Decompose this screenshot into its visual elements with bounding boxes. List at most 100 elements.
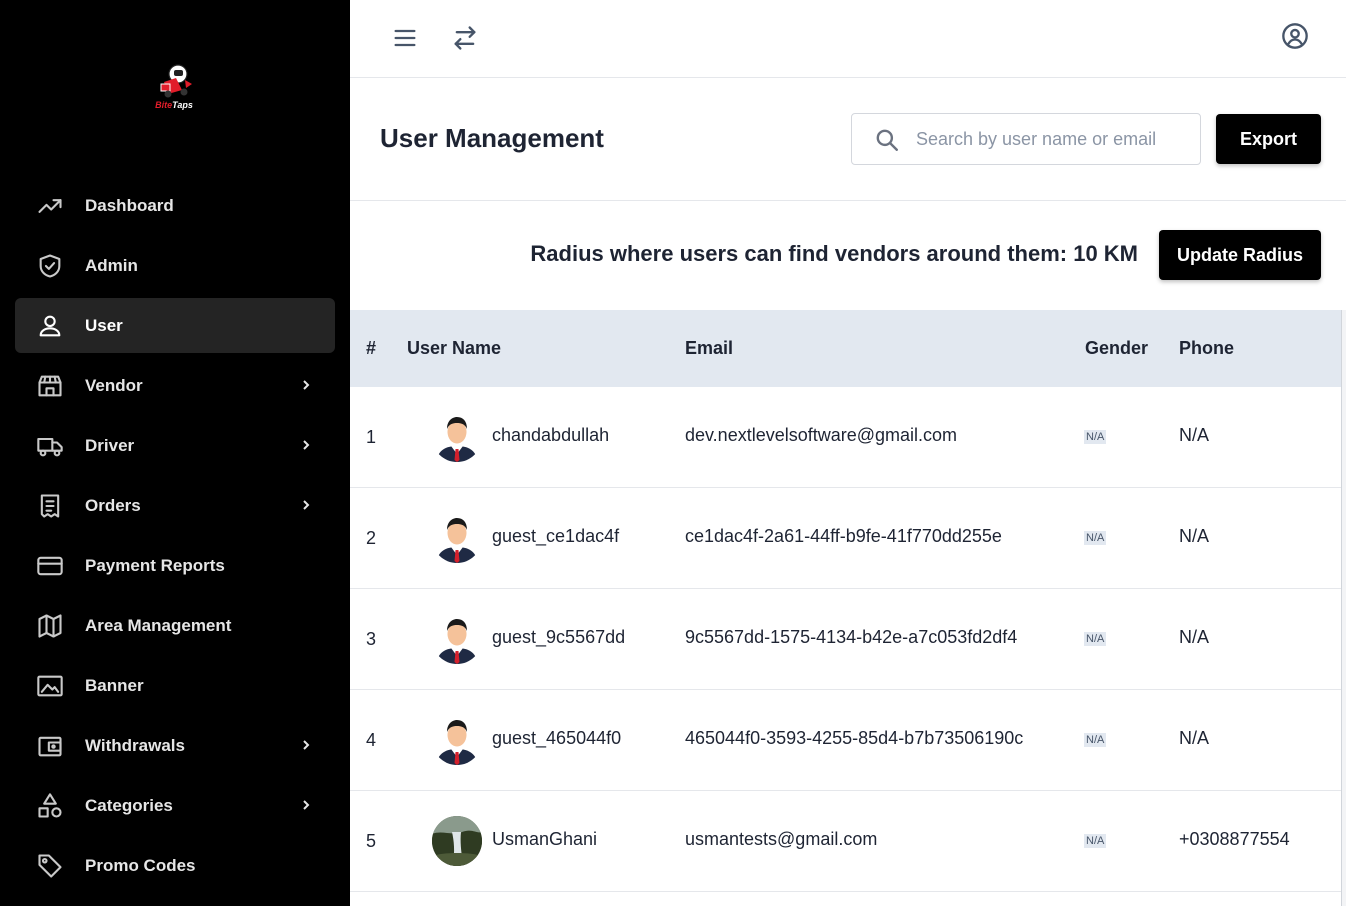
bitetaps-logo[interactable]: BiteTaps	[148, 60, 204, 116]
photo-avatar-icon	[432, 816, 482, 866]
chevron-right-icon	[299, 438, 313, 452]
row-username: chandabdullah	[492, 425, 610, 445]
truck-icon	[36, 432, 64, 460]
column-header-username[interactable]: User Name	[407, 338, 501, 359]
sidebar-item-dashboard[interactable]: Dashboard	[15, 178, 335, 233]
update-radius-button[interactable]: Update Radius	[1159, 230, 1321, 280]
default-avatar-icon	[432, 412, 482, 462]
chevron-right-icon	[299, 378, 313, 392]
table-row[interactable]: 2 guest_ce1dac4f ce1dac4f-2a61-44ff-b9fe…	[350, 488, 1342, 589]
receipt-icon	[36, 492, 64, 520]
chevron-right-icon	[299, 738, 313, 752]
sidebar-item-label: Payment Reports	[85, 555, 225, 575]
row-email: ce1dac4f-2a61-44ff-b9fe-41f770dd255e	[685, 526, 1002, 546]
users-table: # User Name Email Gender Phone 1 chandab…	[350, 310, 1342, 892]
sidebar-item-area-management[interactable]: Area Management	[15, 598, 335, 653]
row-index: 4	[366, 730, 377, 750]
column-header-email[interactable]: Email	[685, 338, 733, 359]
column-header-phone[interactable]: Phone	[1179, 338, 1234, 359]
sidebar-item-payment-reports[interactable]: Payment Reports	[15, 538, 335, 593]
table-row[interactable]: 1 chandabdullah dev.nextlevelsoftware@gm…	[350, 387, 1342, 488]
row-index: 1	[366, 427, 377, 447]
row-phone: N/A	[1179, 728, 1210, 748]
row-index: 3	[366, 629, 377, 649]
logo-mascot-icon	[160, 64, 192, 98]
gender-badge: N/A	[1084, 531, 1107, 545]
tag-icon	[36, 852, 64, 880]
map-icon	[36, 612, 64, 640]
store-icon	[36, 372, 64, 400]
topbar	[350, 0, 1346, 78]
sidebar-item-withdrawals[interactable]: Withdrawals	[15, 718, 335, 773]
sidebar-item-user[interactable]: User	[15, 298, 335, 353]
sidebar-item-label: User	[85, 315, 123, 335]
row-phone: N/A	[1179, 425, 1210, 445]
gender-badge: N/A	[1084, 733, 1107, 747]
default-avatar-icon	[432, 715, 482, 765]
chevron-right-icon	[299, 498, 313, 512]
radius-info-text: Radius where users can find vendors arou…	[530, 241, 1138, 266]
sidebar-item-banner[interactable]: Banner	[15, 658, 335, 713]
row-email: usmantests@gmail.com	[685, 829, 878, 849]
shield-check-icon	[36, 252, 64, 280]
export-button[interactable]: Export	[1216, 114, 1321, 164]
credit-card-icon	[36, 552, 64, 580]
table-row[interactable]: 5 UsmanGhani usmantests@gmail.com N/A +0…	[350, 791, 1342, 892]
swap-arrows-icon[interactable]	[451, 24, 479, 52]
row-phone: N/A	[1179, 627, 1210, 647]
shapes-icon	[36, 792, 64, 820]
search-box[interactable]	[851, 113, 1201, 165]
row-index: 2	[366, 528, 377, 548]
page-title: User Management	[380, 123, 604, 153]
sidebar-item-categories[interactable]: Categories	[15, 778, 335, 833]
sidebar-item-label: Banner	[85, 675, 144, 695]
table-row[interactable]: 4 guest_465044f0 465044f0-3593-4255-85d4…	[350, 690, 1342, 791]
search-icon	[874, 127, 900, 153]
hamburger-menu-icon[interactable]	[391, 24, 419, 52]
default-avatar-icon	[432, 513, 482, 563]
search-input[interactable]	[916, 124, 1186, 154]
table-row[interactable]: 3 guest_9c5567dd 9c5567dd-1575-4134-b42e…	[350, 589, 1342, 690]
sidebar-item-label: Vendor	[85, 375, 143, 395]
sidebar-item-label: Withdrawals	[85, 735, 185, 755]
sidebar-item-label: Driver	[85, 435, 135, 455]
user-circle-icon[interactable]	[1281, 22, 1309, 50]
table-header: # User Name Email Gender Phone	[350, 310, 1342, 387]
row-phone: N/A	[1179, 526, 1210, 546]
row-username: guest_ce1dac4f	[492, 526, 620, 546]
sidebar: BiteTaps Dashboard Admin User Vendor Dri…	[0, 0, 350, 906]
sidebar-item-label: Promo Codes	[85, 855, 196, 875]
row-username: guest_9c5567dd	[492, 627, 626, 647]
gender-badge: N/A	[1084, 632, 1107, 646]
sidebar-item-driver[interactable]: Driver	[15, 418, 335, 473]
sidebar-item-label: Dashboard	[85, 195, 174, 215]
column-header-index: #	[366, 338, 377, 358]
trending-up-icon	[36, 192, 64, 220]
sidebar-item-label: Area Management	[85, 615, 232, 635]
row-email: 465044f0-3593-4255-85d4-b7b73506190c	[685, 728, 1024, 748]
sidebar-item-orders[interactable]: Orders	[15, 478, 335, 533]
sidebar-item-label: Admin	[85, 255, 138, 275]
row-email: 9c5567dd-1575-4134-b42e-a7c053fd2df4	[685, 627, 1018, 647]
row-phone: +0308877554	[1179, 829, 1290, 849]
wallet-icon	[36, 732, 64, 760]
sidebar-item-label: Categories	[85, 795, 173, 815]
sidebar-item-label: Orders	[85, 495, 141, 515]
table-scrollbar[interactable]	[1341, 310, 1346, 906]
row-username: guest_465044f0	[492, 728, 622, 748]
sidebar-item-vendor[interactable]: Vendor	[15, 358, 335, 413]
sidebar-item-admin[interactable]: Admin	[15, 238, 335, 293]
sidebar-item-promo-codes[interactable]: Promo Codes	[15, 838, 335, 893]
default-avatar-icon	[432, 614, 482, 664]
gender-badge: N/A	[1084, 834, 1107, 848]
logo-text: BiteTaps	[155, 100, 193, 110]
image-icon	[36, 672, 64, 700]
gender-badge: N/A	[1084, 430, 1107, 444]
row-email: dev.nextlevelsoftware@gmail.com	[685, 425, 958, 445]
chevron-right-icon	[299, 798, 313, 812]
column-header-gender[interactable]: Gender	[1085, 338, 1148, 359]
row-username: UsmanGhani	[492, 829, 598, 849]
page-header: User Management Export	[350, 79, 1346, 201]
row-index: 5	[366, 831, 377, 851]
user-icon	[36, 312, 64, 340]
